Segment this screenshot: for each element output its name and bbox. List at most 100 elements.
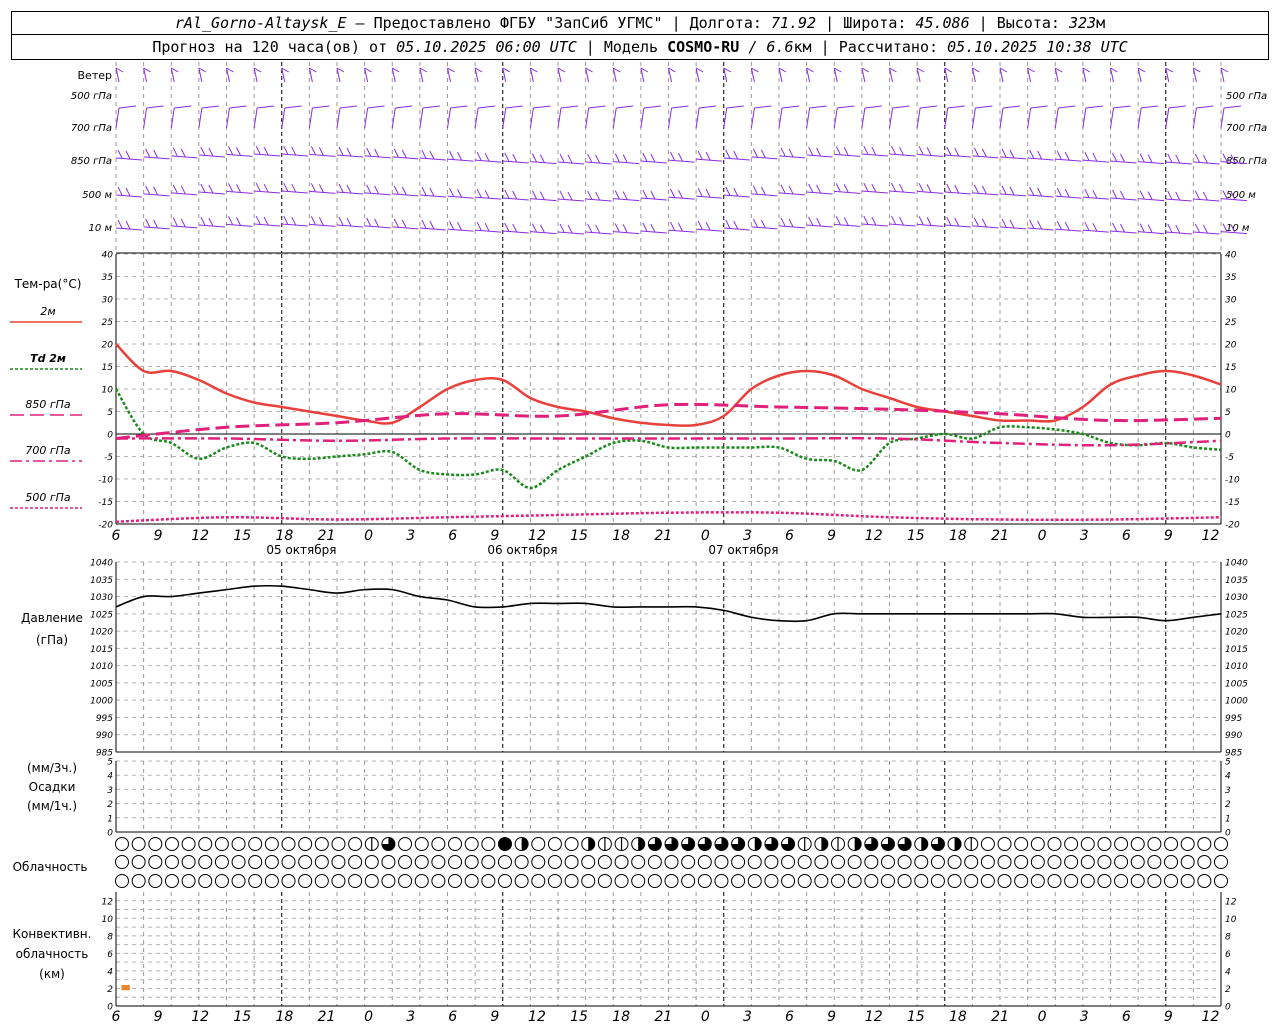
wind-barb: [281, 223, 308, 227]
wind-barb: [622, 154, 628, 163]
temp-tick-label-right: 15: [1225, 363, 1237, 373]
conv-x-tick-label: 3: [1080, 1009, 1089, 1024]
wind-barb: [228, 216, 233, 225]
pressure-tick-label-right: 1030: [1225, 593, 1248, 603]
wind-barb: [889, 190, 916, 194]
wind-barb: [863, 215, 869, 225]
wind-barb: [1009, 149, 1015, 159]
cloud-circle: [497, 855, 512, 869]
cloud-circle: [314, 855, 329, 869]
wind-barb: [198, 154, 225, 158]
wind-barb: [640, 230, 667, 234]
temp-x-tick-label: 6: [785, 528, 794, 544]
conv-tick-label-left: 8: [107, 932, 113, 942]
cloud-circle: [1130, 874, 1145, 888]
wind-barb: [834, 153, 861, 157]
wind-barb: [973, 147, 979, 157]
cloud-circle: [314, 874, 329, 888]
wind-barb: [475, 229, 502, 233]
temp-tick-label-left: 25: [102, 318, 114, 328]
wind-barb: [263, 216, 269, 226]
temp-tick-label-left: 20: [102, 341, 114, 351]
wind-barb: [975, 105, 993, 109]
conv-tick-label-right: 4: [1225, 967, 1231, 977]
wind-barb: [954, 184, 960, 194]
cloud-circle: [764, 855, 779, 869]
cloud-circle: [1030, 837, 1045, 851]
temp-x-tick-label: 15: [570, 528, 588, 544]
cloud-circle: [131, 837, 146, 851]
conv-tick-label-left: 12: [102, 897, 114, 907]
wind-barb: [236, 184, 241, 193]
wind-barb: [559, 190, 565, 200]
wind-barb: [816, 217, 822, 227]
wind-level-label-right: 700 гПа: [1226, 123, 1267, 134]
wind-barb: [760, 219, 766, 229]
wind-barb: [172, 147, 178, 157]
wind-barb: [650, 223, 656, 233]
cloud-circle: [731, 874, 746, 888]
wind-barb: [1113, 105, 1131, 109]
conv-x-tick-label: 15: [570, 1009, 588, 1024]
cloud-circle: [148, 837, 163, 851]
cloud-circle: [614, 855, 629, 869]
wind-barb: [587, 153, 593, 163]
temp-x-tick-label: 21: [991, 528, 1009, 544]
wind-barb: [567, 191, 573, 201]
wind-barb: [421, 219, 427, 229]
wind-barb: [918, 183, 924, 192]
wind-barb: [533, 105, 551, 109]
wind-barb: [117, 186, 123, 196]
wind-barb: [309, 190, 336, 194]
wind-barb: [972, 155, 999, 159]
conv-tick-label-right: 12: [1225, 897, 1237, 907]
conv-x-tick-label: 0: [1038, 1009, 1047, 1024]
wind-barb: [1194, 223, 1200, 233]
wind-barb: [622, 191, 628, 200]
conv-x-tick-label: 21: [991, 1009, 1009, 1024]
cloud-circle: [1014, 837, 1029, 851]
wind-barb: [557, 231, 585, 235]
cloud-circle: [731, 855, 746, 869]
cloud-circle: [847, 874, 862, 888]
cloud-circle: [281, 855, 296, 869]
temp-x-tick-label: 9: [154, 528, 163, 544]
wind-barb: [1001, 218, 1007, 228]
wind-barb: [115, 227, 143, 231]
wind-barb: [226, 190, 253, 194]
conv-tick-label-left: 6: [107, 950, 113, 960]
cloud-circle: [864, 874, 879, 888]
wind-barb: [999, 193, 1027, 197]
wind-barb: [788, 185, 794, 195]
wind-barb: [338, 183, 344, 193]
wind-barb: [891, 145, 896, 155]
wind-barb: [539, 191, 545, 200]
cloud-circle: [448, 855, 463, 869]
wind-barb: [585, 198, 612, 202]
wind-barb: [670, 221, 675, 231]
wind-barb: [806, 224, 833, 228]
cloud-circle: [531, 837, 546, 851]
wind-title: Ветер: [78, 69, 112, 82]
wind-barb: [117, 149, 123, 159]
cloud-circle: [214, 837, 229, 851]
cloud-circle: [464, 855, 479, 869]
cloud-circle: [381, 855, 396, 869]
wind-barb: [502, 160, 529, 164]
precip-tick-label-right: 5: [1225, 758, 1231, 768]
cloud-circle: [214, 855, 229, 869]
wind-barb: [447, 158, 474, 162]
cloud-circle: [264, 837, 279, 851]
wind-barb: [696, 158, 723, 162]
wind-barb: [281, 153, 308, 157]
wind-barb: [145, 218, 151, 228]
wind-barb: [1092, 222, 1098, 232]
cloud-circle: [231, 837, 246, 851]
wind-barb: [725, 149, 731, 159]
wind-barb: [1084, 151, 1090, 161]
temp-tick-label-left: -15: [98, 498, 113, 508]
cloud-circle: [331, 837, 346, 851]
wind-barb: [752, 148, 758, 158]
wind-barb: [1202, 191, 1208, 201]
cloud-circle: [1147, 874, 1162, 888]
